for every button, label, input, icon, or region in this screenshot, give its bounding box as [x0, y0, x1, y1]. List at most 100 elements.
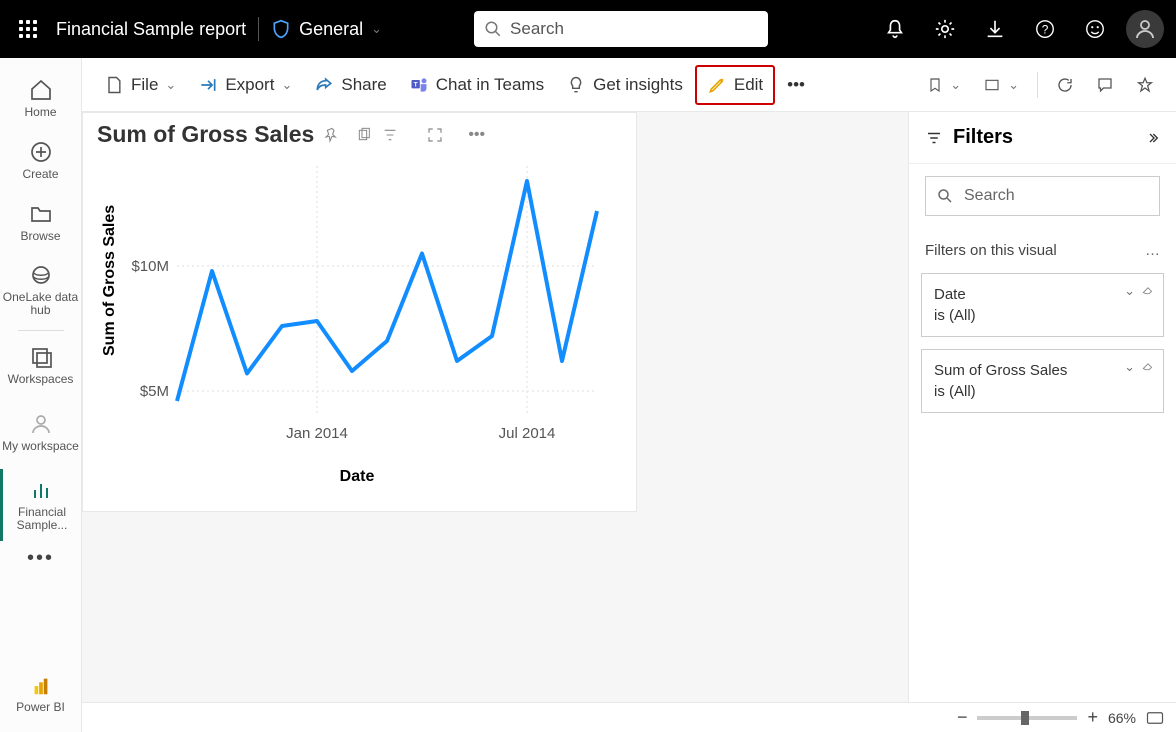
chevron-down-icon: ⌄ — [165, 77, 176, 93]
view-button[interactable]: ⌄ — [973, 65, 1029, 105]
apps-icon — [19, 20, 37, 38]
nav-label: OneLake data hub — [0, 291, 81, 317]
export-menu[interactable]: Export ⌄ — [188, 65, 302, 105]
label: Get insights — [593, 75, 683, 95]
share-icon — [314, 75, 334, 95]
card-icons: ⌄ — [1124, 358, 1155, 376]
person-icon — [1133, 17, 1157, 41]
nav-my-workspace[interactable]: My workspace — [0, 397, 81, 469]
svg-text:$10M: $10M — [131, 258, 169, 275]
label: File — [131, 75, 158, 95]
focus-icon[interactable] — [426, 126, 444, 144]
x-axis-label: Date — [340, 468, 375, 486]
filter-search[interactable]: Search — [925, 176, 1160, 216]
filter-status: is (All) — [934, 381, 1151, 402]
chevron-down-icon[interactable]: ⌄ — [1124, 282, 1135, 300]
help-button[interactable]: ? — [1026, 10, 1064, 48]
bookmark-button[interactable]: ⌄ — [917, 65, 971, 105]
eraser-icon[interactable] — [1141, 282, 1155, 296]
folder-icon — [29, 202, 53, 226]
chat-teams-button[interactable]: T Chat in Teams — [399, 65, 554, 105]
section-label: Filters on this visual — [925, 242, 1145, 259]
filter-icon — [925, 129, 943, 147]
filters-header: Filters — [909, 112, 1176, 164]
search-placeholder: Search — [510, 19, 564, 39]
comment-button[interactable] — [1086, 65, 1124, 105]
avatar[interactable] — [1126, 10, 1164, 48]
filter-card-date[interactable]: Date is (All) ⌄ — [921, 273, 1164, 337]
smile-icon — [1084, 18, 1106, 40]
visual-icons-group — [356, 127, 398, 143]
file-menu[interactable]: File ⌄ — [94, 65, 186, 105]
chevron-down-icon[interactable]: ⌄ — [1124, 358, 1135, 376]
nav-label: Workspaces — [8, 373, 74, 386]
nav-powerbi[interactable]: Power BI — [0, 664, 81, 726]
section-more[interactable]: … — [1145, 242, 1160, 259]
nav-label: My workspace — [2, 440, 79, 453]
pin-icon[interactable] — [324, 127, 340, 143]
report-canvas[interactable]: Sum of Gross Sales ••• Sum of Gross Sale… — [82, 112, 908, 702]
settings-button[interactable] — [926, 10, 964, 48]
filter-status: is (All) — [934, 305, 1151, 326]
chevron-down-icon: ⌄ — [371, 21, 382, 37]
line-chart: $5M$10MJan 2014Jul 2014 — [97, 156, 617, 466]
nav-label: Create — [22, 168, 58, 181]
nav-create[interactable]: Create — [0, 130, 81, 192]
zoom-thumb[interactable] — [1021, 711, 1029, 725]
more-button[interactable]: ••• — [777, 65, 815, 105]
file-icon — [104, 75, 124, 95]
home-icon — [29, 78, 53, 102]
favorite-button[interactable] — [1126, 65, 1164, 105]
zoom-level: 66% — [1108, 710, 1136, 726]
copy-icon[interactable] — [356, 127, 372, 143]
bar-chart-icon — [30, 478, 54, 502]
eraser-icon[interactable] — [1141, 358, 1155, 372]
workspaces-icon — [29, 345, 53, 369]
nav-more[interactable]: ••• — [27, 541, 54, 576]
filter-field: Sum of Gross Sales — [934, 360, 1151, 381]
nav-onelake[interactable]: OneLake data hub — [0, 254, 81, 326]
get-insights-button[interactable]: Get insights — [556, 65, 693, 105]
collapse-icon[interactable] — [1144, 130, 1160, 146]
filters-title: Filters — [953, 126, 1134, 149]
divider — [258, 17, 259, 41]
fit-page-icon[interactable] — [1146, 711, 1164, 725]
filter-section-header: Filters on this visual … — [909, 228, 1176, 267]
refresh-button[interactable] — [1046, 65, 1084, 105]
label: Export — [225, 75, 274, 95]
nav-workspaces[interactable]: Workspaces — [0, 335, 81, 397]
svg-text:?: ? — [1042, 23, 1049, 37]
report-title: Financial Sample report — [56, 19, 246, 40]
teams-icon: T — [409, 75, 429, 95]
visual-more[interactable]: ••• — [468, 126, 485, 144]
divider — [1037, 72, 1038, 98]
shield-icon — [271, 19, 291, 39]
zoom-in[interactable]: + — [1087, 707, 1098, 728]
download-button[interactable] — [976, 10, 1014, 48]
zoom-slider[interactable] — [977, 716, 1077, 720]
notifications-button[interactable] — [876, 10, 914, 48]
star-icon — [1136, 76, 1154, 94]
filters-pane: Filters Search Filters on this visual … … — [908, 112, 1176, 702]
edit-button[interactable]: Edit — [695, 65, 775, 105]
app-launcher[interactable] — [12, 13, 44, 45]
search-icon — [936, 187, 954, 205]
nav-label: Financial Sample... — [3, 506, 81, 532]
help-icon: ? — [1034, 18, 1056, 40]
nav-home[interactable]: Home — [0, 68, 81, 130]
nav-active-report[interactable]: Financial Sample... — [0, 469, 81, 541]
filter-icon[interactable] — [382, 127, 398, 143]
chart-visual[interactable]: Sum of Gross Sales ••• Sum of Gross Sale… — [82, 112, 637, 512]
feedback-button[interactable] — [1076, 10, 1114, 48]
nav-browse[interactable]: Browse — [0, 192, 81, 254]
lightbulb-icon — [566, 75, 586, 95]
share-button[interactable]: Share — [304, 65, 396, 105]
filter-search-placeholder: Search — [964, 187, 1015, 205]
download-icon — [984, 18, 1006, 40]
filter-card-sales[interactable]: Sum of Gross Sales is (All) ⌄ — [921, 349, 1164, 413]
more-icon: ••• — [787, 75, 805, 95]
search-icon — [484, 20, 502, 38]
zoom-out[interactable]: − — [957, 707, 968, 728]
search-input[interactable]: Search — [474, 11, 768, 47]
sensitivity-label[interactable]: General ⌄ — [271, 19, 382, 40]
